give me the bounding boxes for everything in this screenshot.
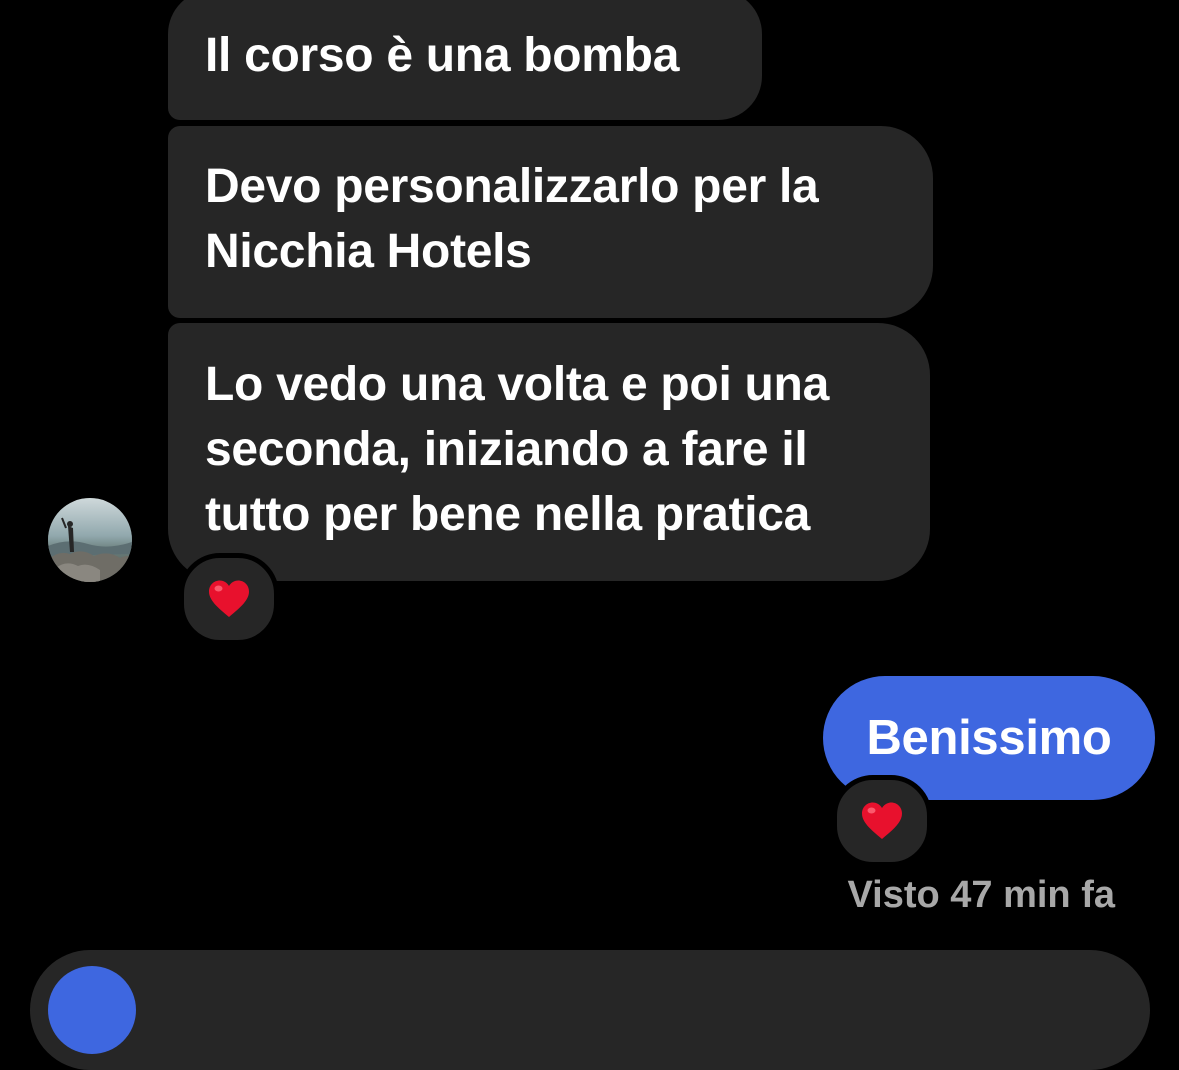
message-composer[interactable]: [30, 950, 1150, 1070]
sender-avatar[interactable]: [48, 498, 132, 582]
incoming-message-3[interactable]: Lo vedo una volta e poi una seconda, ini…: [168, 323, 930, 581]
outgoing-message-reaction[interactable]: [832, 775, 932, 867]
outgoing-message-text: Benissimo: [866, 710, 1112, 765]
heart-icon: [862, 802, 902, 839]
avatar-photo: [48, 498, 132, 582]
camera-button[interactable]: [48, 966, 136, 1054]
incoming-message-1[interactable]: Il corso è una bomba: [168, 0, 762, 120]
message-reaction[interactable]: [179, 553, 279, 645]
seen-status: Visto 47 min fa: [847, 874, 1115, 916]
heart-icon: [209, 580, 249, 617]
incoming-message-2[interactable]: Devo personalizzarlo per la Nicchia Hote…: [168, 126, 933, 318]
